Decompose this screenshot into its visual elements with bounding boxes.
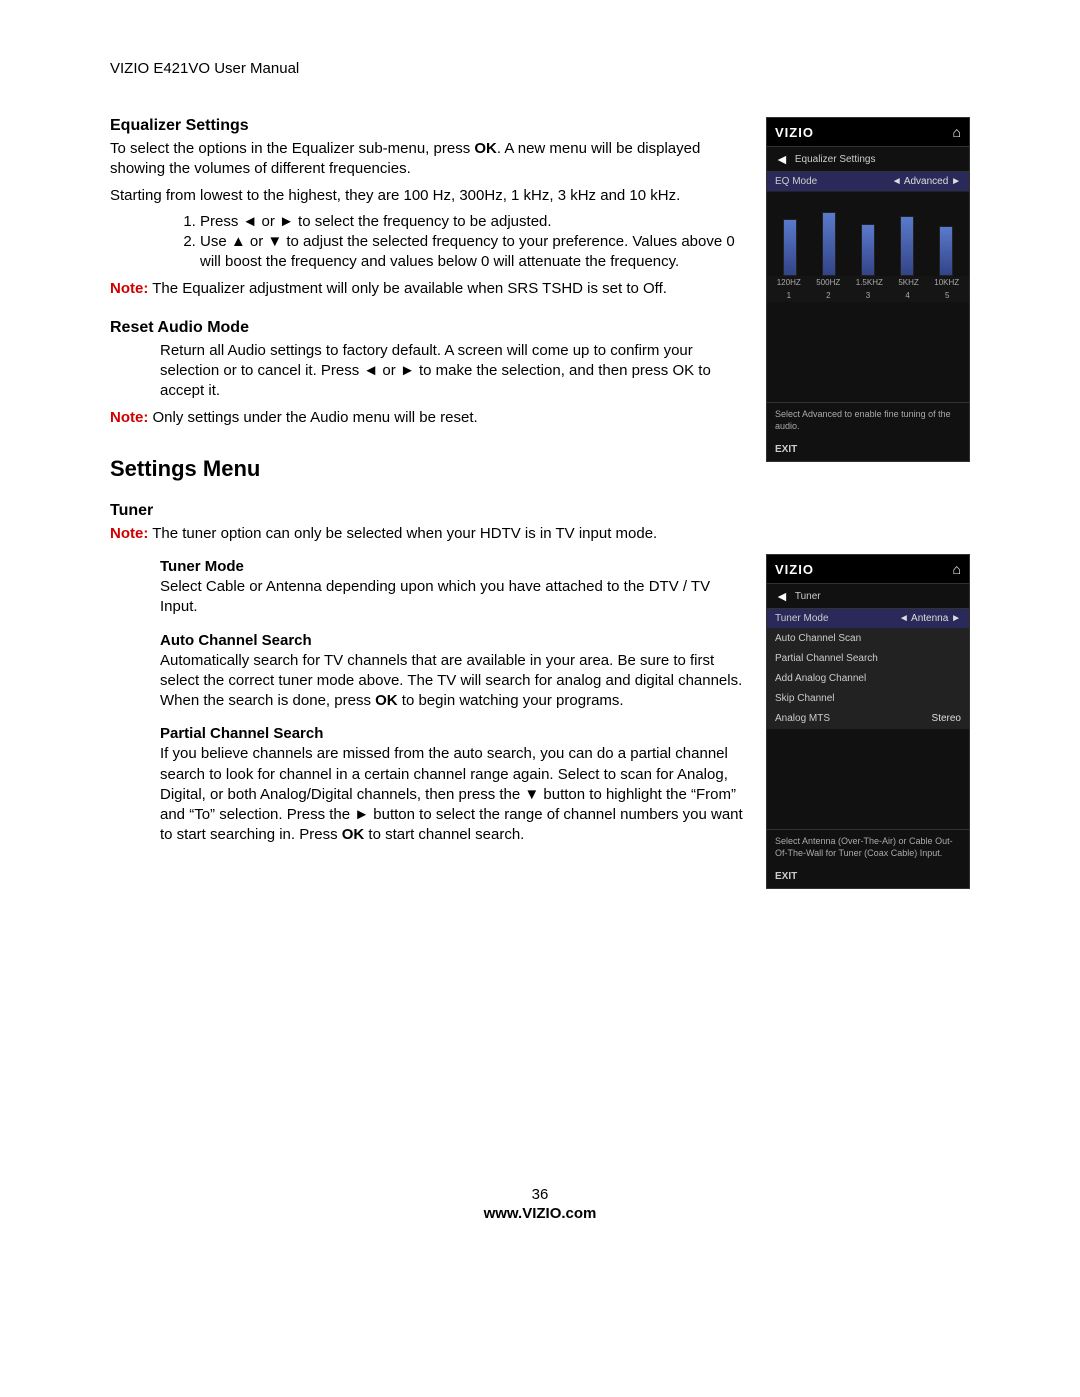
menu-item: Skip Channel [767, 689, 969, 709]
tuner-mode-row: Tuner Mode ◄ Antenna ► [767, 609, 969, 629]
osd-help-text: Select Advanced to enable fine tuning of… [767, 402, 969, 438]
analog-mts-value: Stereo [932, 713, 961, 724]
breadcrumb-label: Equalizer Settings [795, 154, 876, 165]
osd-breadcrumb: ◄ Tuner [767, 584, 969, 609]
osd-exit-label: EXIT [767, 438, 969, 461]
menu-item: Add Analog Channel [767, 669, 969, 689]
vizio-logo: VIZIO [775, 125, 814, 140]
eq-bar [822, 212, 836, 276]
eq-bar [939, 226, 953, 276]
home-icon: ⌂ [953, 124, 961, 140]
analog-mts-label: Analog MTS [775, 713, 830, 724]
eq-bars [767, 192, 969, 276]
eq-bar [861, 224, 875, 276]
tuner-note-paragraph: Note: The tuner option can only be selec… [110, 524, 970, 544]
osd-body-spacer [767, 729, 969, 829]
osd-help-text: Select Antenna (Over-The-Air) or Cable O… [767, 829, 969, 865]
home-icon: ⌂ [953, 561, 961, 577]
equalizer-osd-screenshot: VIZIO ⌂ ◄ Equalizer Settings EQ Mode ◄ A… [766, 117, 970, 462]
breadcrumb-label: Tuner [795, 591, 821, 602]
menu-item: Partial Channel Search [767, 649, 969, 669]
analog-mts-row: Analog MTS Stereo [767, 709, 969, 729]
vizio-logo: VIZIO [775, 562, 814, 577]
tuner-osd-screenshot: VIZIO ⌂ ◄ Tuner Tuner Mode ◄ Antenna ► A… [766, 554, 970, 889]
osd-body-spacer [767, 302, 969, 402]
footer-site: www.VIZIO.com [110, 1205, 970, 1222]
document-header: VIZIO E421VO User Manual [110, 60, 970, 77]
heading-tuner: Tuner [110, 502, 970, 520]
eq-freq-labels: 120HZ 500HZ 1.5KHZ 5KHZ 10KHZ [767, 276, 969, 289]
tuner-mode-label: Tuner Mode [775, 613, 829, 624]
page-footer: 36 www.VIZIO.com [110, 1186, 970, 1222]
eq-mode-row: EQ Mode ◄ Advanced ► [767, 172, 969, 192]
eq-mode-label: EQ Mode [775, 176, 817, 187]
back-arrow-icon: ◄ [775, 588, 789, 604]
tuner-mode-value: ◄ Antenna ► [899, 613, 961, 624]
note-label: Note: [110, 280, 148, 297]
menu-item: Auto Channel Scan [767, 629, 969, 649]
note-label: Note: [110, 409, 148, 426]
eq-freq-numbers: 1 2 3 4 5 [767, 289, 969, 302]
eq-bar [783, 219, 797, 276]
page-number: 36 [110, 1186, 970, 1203]
osd-breadcrumb: ◄ Equalizer Settings [767, 147, 969, 172]
osd-exit-label: EXIT [767, 865, 969, 888]
eq-mode-value: ◄ Advanced ► [892, 176, 961, 187]
eq-bar [900, 216, 914, 276]
back-arrow-icon: ◄ [775, 151, 789, 167]
note-label: Note: [110, 525, 148, 542]
